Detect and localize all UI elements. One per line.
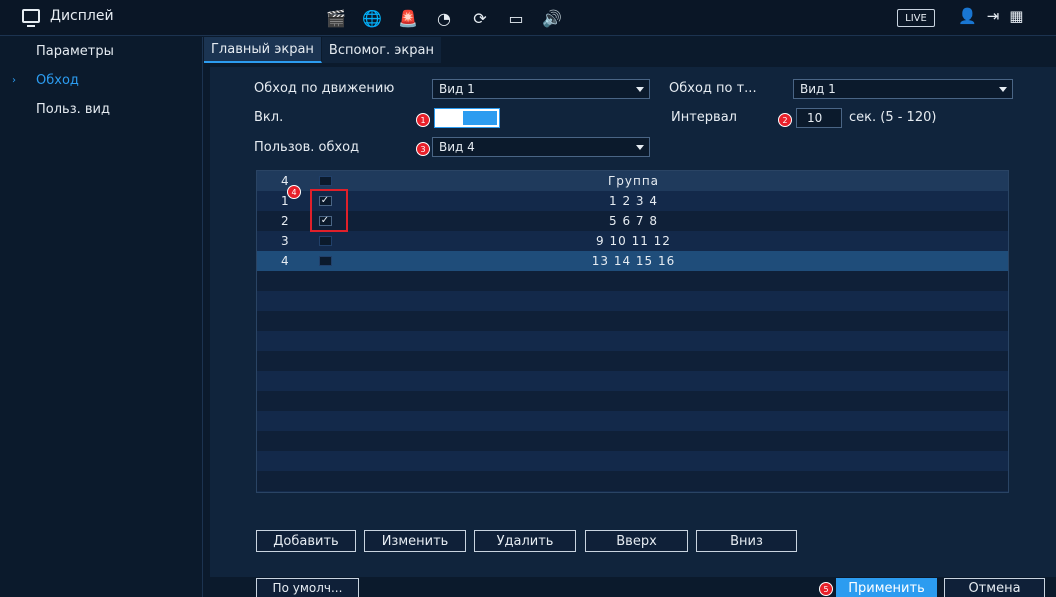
alarm-icon[interactable]: 🚨 bbox=[390, 5, 426, 31]
user-icon[interactable]: 👤 bbox=[958, 7, 977, 25]
enable-toggle[interactable] bbox=[434, 108, 500, 128]
default-button[interactable]: По умолч... bbox=[256, 578, 359, 597]
table-row-empty bbox=[257, 291, 1008, 311]
alarm-tour-label: Обход по т... bbox=[669, 81, 757, 96]
window-title: Дисплей bbox=[22, 8, 114, 27]
step-marker-4: 4 bbox=[287, 185, 301, 199]
edit-button[interactable]: Изменить bbox=[364, 530, 466, 552]
checkbox-highlight-box bbox=[310, 189, 348, 232]
table-row[interactable]: 1 ✓ 1 2 3 4 bbox=[257, 191, 1008, 211]
table-row[interactable]: 3 9 10 11 12 bbox=[257, 231, 1008, 251]
main-panel: Главный экран Вспомог. экран Обход по дв… bbox=[204, 37, 1056, 597]
chevron-right-icon: › bbox=[12, 75, 16, 86]
user-tour-value: Вид 4 bbox=[439, 140, 475, 154]
table-row-empty bbox=[257, 331, 1008, 351]
step-marker-3: 3 bbox=[416, 142, 430, 156]
motion-tour-select[interactable]: Вид 1 bbox=[432, 79, 650, 99]
speaker-icon[interactable]: 🔊 bbox=[534, 5, 570, 31]
sidebar: Параметры › Обход Польз. вид bbox=[0, 37, 203, 597]
move-down-button[interactable]: Вниз bbox=[696, 530, 797, 552]
screen-tabs: Главный экран Вспомог. экран bbox=[204, 37, 443, 64]
sidebar-item-label: Обход bbox=[36, 73, 79, 88]
monitor-icon bbox=[22, 9, 40, 27]
alarm-tour-value: Вид 1 bbox=[800, 82, 836, 96]
qr-code-icon[interactable]: ▦ bbox=[1009, 7, 1023, 25]
top-right-icons: 👤 ⇥ ▦ bbox=[958, 7, 1023, 25]
row-group: 5 6 7 8 bbox=[609, 214, 658, 228]
cancel-button[interactable]: Отмена bbox=[944, 578, 1045, 597]
user-tour-select[interactable]: Вид 4 bbox=[432, 137, 650, 157]
interval-label: Интервал bbox=[671, 110, 737, 125]
interval-unit: сек. (5 - 120) bbox=[849, 110, 937, 125]
interval-input[interactable]: 10 bbox=[796, 108, 842, 128]
chevron-down-icon bbox=[636, 145, 644, 150]
top-bar: Дисплей 🎬 🌐 🚨 ◔ ⟳ ▭ 🔊 LIVE 👤 ⇥ ▦ bbox=[0, 0, 1056, 36]
table-row-empty bbox=[257, 411, 1008, 431]
table-row-empty bbox=[257, 311, 1008, 331]
table-row-empty bbox=[257, 451, 1008, 471]
table-row[interactable]: 2 ✓ 5 6 7 8 bbox=[257, 211, 1008, 231]
row-group: 9 10 11 12 bbox=[596, 234, 671, 248]
globe-icon[interactable]: 🌐 bbox=[354, 5, 390, 31]
table-header: 4 Группа bbox=[257, 171, 1008, 191]
tab-main-screen[interactable]: Главный экран bbox=[204, 37, 322, 63]
sidebar-item-label: Польз. вид bbox=[36, 102, 110, 117]
monitor-small-icon[interactable]: ▭ bbox=[498, 5, 534, 31]
sidebar-item-parameters[interactable]: Параметры bbox=[0, 37, 202, 66]
chevron-down-icon bbox=[999, 87, 1007, 92]
chevron-down-icon bbox=[636, 87, 644, 92]
clapperboard-icon[interactable]: 🎬 bbox=[318, 5, 354, 31]
top-icon-bar: 🎬 🌐 🚨 ◔ ⟳ ▭ 🔊 bbox=[318, 5, 570, 31]
add-button[interactable]: Добавить bbox=[256, 530, 356, 552]
sidebar-item-custom-view[interactable]: Польз. вид bbox=[0, 95, 202, 124]
user-tour-label: Пользов. обход bbox=[254, 140, 360, 155]
live-button[interactable]: LIVE bbox=[897, 9, 935, 27]
apply-button[interactable]: Применить bbox=[836, 578, 937, 597]
motion-tour-label: Обход по движению bbox=[254, 81, 395, 96]
table-row-empty bbox=[257, 351, 1008, 371]
alarm-tour-select[interactable]: Вид 1 bbox=[793, 79, 1013, 99]
row-group: 1 2 3 4 bbox=[609, 194, 658, 208]
table-row-empty bbox=[257, 271, 1008, 291]
step-marker-5: 5 bbox=[819, 582, 833, 596]
sidebar-item-label: Параметры bbox=[36, 44, 114, 59]
table-row-empty bbox=[257, 431, 1008, 451]
step-marker-2: 2 bbox=[778, 113, 792, 127]
table-row-selected[interactable]: 4 13 14 15 16 bbox=[257, 251, 1008, 271]
refresh-circle-icon[interactable]: ⟳ bbox=[462, 5, 498, 31]
table-row-empty bbox=[257, 471, 1008, 491]
table-row-empty bbox=[257, 491, 1008, 492]
toggle-knob bbox=[463, 111, 497, 125]
window-title-label: Дисплей bbox=[50, 8, 114, 24]
header-group: Группа bbox=[607, 174, 660, 188]
speed-gauge-icon[interactable]: ◔ bbox=[426, 5, 462, 31]
logout-icon[interactable]: ⇥ bbox=[987, 7, 1000, 25]
delete-button[interactable]: Удалить bbox=[474, 530, 576, 552]
step-marker-1: 1 bbox=[416, 113, 430, 127]
row-group: 13 14 15 16 bbox=[591, 254, 676, 268]
sidebar-item-tour[interactable]: › Обход bbox=[0, 66, 202, 95]
table-row-empty bbox=[257, 371, 1008, 391]
table-row-empty bbox=[257, 391, 1008, 411]
move-up-button[interactable]: Вверх bbox=[585, 530, 688, 552]
tour-group-table: 4 Группа 1 ✓ 1 2 3 4 2 ✓ 5 6 7 8 3 9 10 … bbox=[256, 170, 1009, 493]
tab-aux-screen[interactable]: Вспомог. экран bbox=[321, 37, 443, 63]
motion-tour-value: Вид 1 bbox=[439, 82, 475, 96]
enable-label: Вкл. bbox=[254, 110, 284, 125]
